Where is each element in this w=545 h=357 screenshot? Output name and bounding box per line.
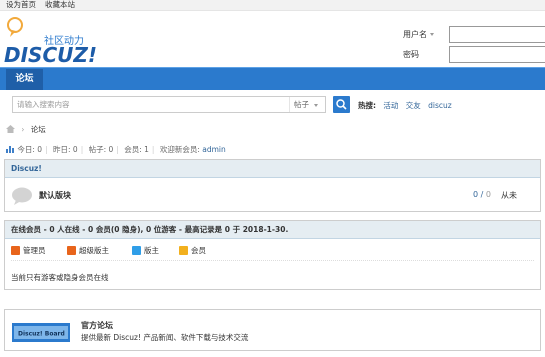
top-bar: 设为首页 收藏本站: [0, 0, 545, 11]
online-panel: 在线会员 - 0 人在线 - 0 会员(0 隐身), 0 位游客 - 最高记录是…: [4, 220, 541, 290]
home-icon[interactable]: [6, 125, 15, 133]
member-legend: 管理员 超级版主 版主 会员: [11, 239, 534, 261]
stat-yesterday: 昨日: 0: [53, 145, 78, 154]
links-panel: Discuz! Board 官方论坛 提供最新 Discuz! 产品新闻、软件下…: [4, 309, 541, 351]
admin-user-icon: [11, 246, 20, 255]
breadcrumb: › 论坛: [6, 124, 46, 135]
forum-last-post: 从未: [501, 191, 517, 200]
moderator-user-icon: [132, 246, 141, 255]
username-row: 用户名: [400, 26, 545, 44]
password-row: 密码: [400, 46, 545, 64]
member-user-icon: [179, 246, 188, 255]
stat-members: 会员: 1: [124, 145, 149, 154]
site-logo[interactable]: 社区动力 DISCUZ!: [4, 16, 99, 67]
hot-search: 热搜: 活动 交友 discuz: [358, 100, 452, 111]
forum-row: 默认版块 0 / 0 从未: [5, 178, 540, 211]
chart-icon: [6, 146, 14, 153]
hot-word-link[interactable]: 活动: [383, 101, 398, 110]
search-placeholder: 请输入搜索内容: [17, 100, 70, 109]
forum-name-link[interactable]: 默认版块: [39, 190, 71, 201]
category-panel: Discuz! 默认版块 0 / 0 从未: [4, 159, 541, 212]
hot-search-label: 热搜:: [358, 101, 376, 110]
breadcrumb-separator-icon: ›: [21, 125, 25, 134]
logo-wordmark: DISCUZ!: [4, 43, 97, 66]
password-label: 密码: [403, 50, 419, 59]
discuz-board-badge[interactable]: Discuz! Board: [12, 323, 70, 342]
username-input[interactable]: [449, 26, 545, 43]
search-type-select[interactable]: 帖子: [289, 97, 326, 112]
main-nav: 论坛: [0, 67, 545, 90]
legend-admin: 管理员: [11, 245, 46, 256]
discuz-logo-icon: 社区动力 DISCUZ!: [4, 17, 97, 67]
chevron-down-icon: [314, 103, 318, 107]
legend-moderator: 版主: [132, 245, 159, 256]
forum-bubble-icon: [12, 187, 32, 205]
bookmark-link[interactable]: 收藏本站: [45, 0, 75, 10]
online-note: 当前只有游客或隐身会员在线: [11, 273, 109, 282]
stat-posts: 帖子: 0: [88, 145, 114, 154]
search-icon: [336, 99, 347, 110]
hot-word-link[interactable]: 交友: [406, 101, 421, 110]
legend-member: 会员: [179, 245, 206, 256]
stat-today: 今日: 0: [17, 145, 43, 154]
link-description: 提供最新 Discuz! 产品新闻、软件下载与技术交流: [81, 333, 249, 342]
link-row: Discuz! Board 官方论坛 提供最新 Discuz! 产品新闻、软件下…: [5, 310, 540, 350]
hot-word-link[interactable]: discuz: [428, 101, 452, 110]
forum-counts: 0 / 0: [473, 190, 491, 199]
chevron-down-icon: [430, 33, 434, 36]
password-input[interactable]: [449, 46, 545, 63]
search-bar: 请输入搜索内容 帖子 热搜: 活动 交友 discuz: [0, 90, 545, 120]
online-members-header[interactable]: 在线会员 - 0 人在线 - 0 会员(0 隐身), 0 位游客 - 最高记录是…: [5, 221, 540, 239]
category-title[interactable]: Discuz!: [5, 160, 540, 178]
newest-member-link[interactable]: admin: [202, 145, 226, 154]
set-homepage-link[interactable]: 设为首页: [6, 0, 36, 10]
breadcrumb-current[interactable]: 论坛: [31, 125, 46, 134]
forum-stats: 今日: 0 | 昨日: 0 | 帖子: 0 | 会员: 1 | 欢迎新会员: admin: [6, 144, 226, 155]
username-label[interactable]: 用户名: [403, 29, 434, 40]
link-title[interactable]: 官方论坛: [81, 320, 113, 331]
super-moderator-user-icon: [67, 246, 76, 255]
badge-text: Discuz! Board: [18, 331, 65, 338]
legend-super-moderator: 超级版主: [67, 245, 109, 256]
search-input[interactable]: 请输入搜索内容 帖子: [12, 96, 326, 113]
search-button[interactable]: [333, 96, 350, 113]
welcome-prefix: 欢迎新会员:: [159, 145, 203, 154]
nav-tab-forum[interactable]: 论坛: [6, 69, 43, 90]
